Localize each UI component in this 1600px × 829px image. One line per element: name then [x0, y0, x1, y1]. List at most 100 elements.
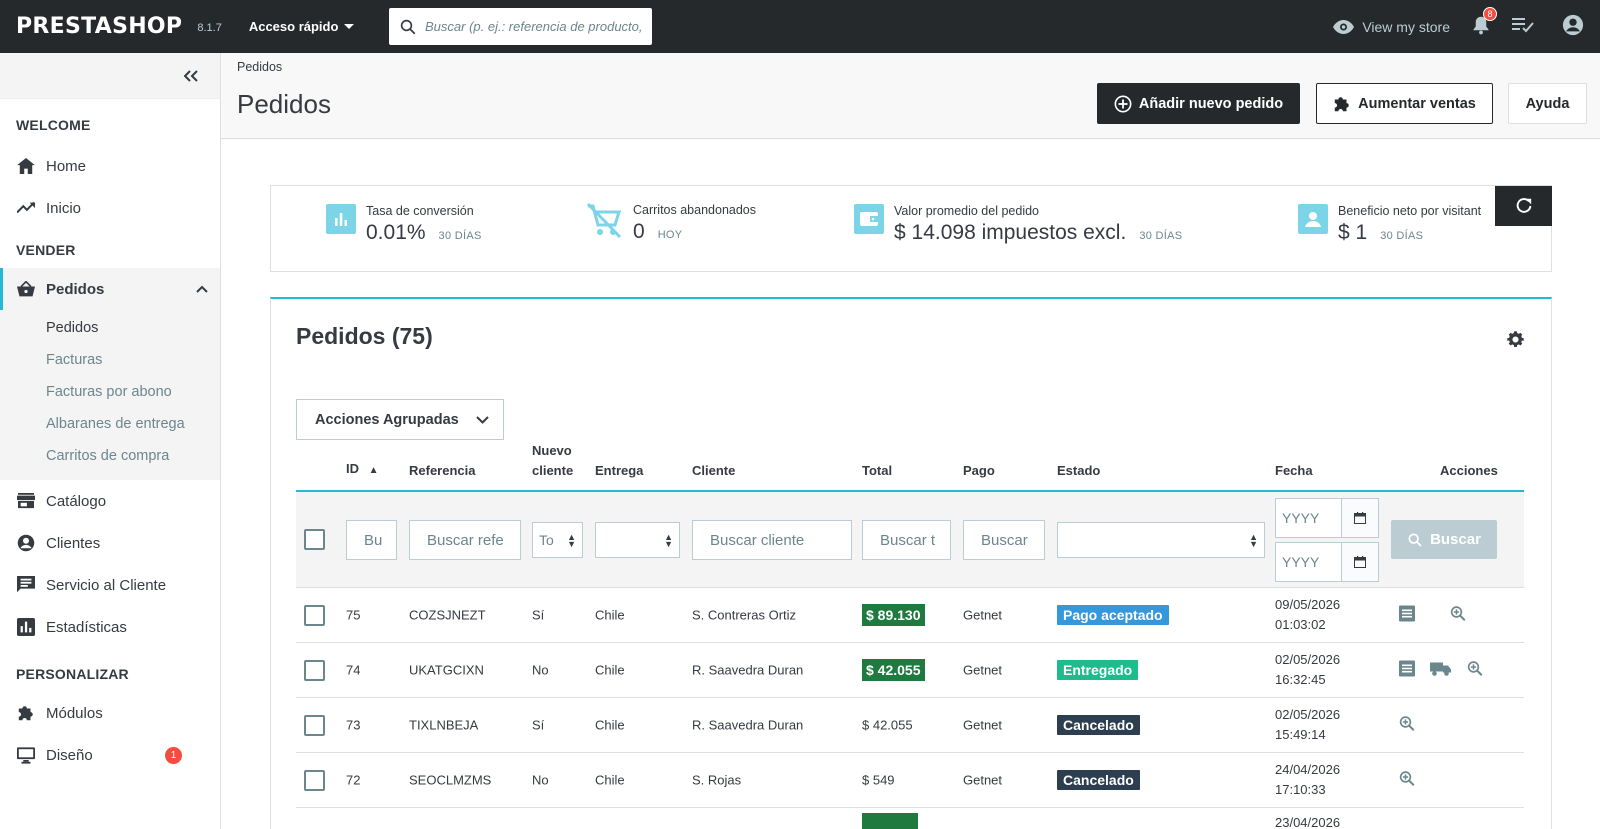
gear-icon[interactable]: [1505, 329, 1526, 353]
view-invoice-icon[interactable]: [1398, 660, 1416, 681]
filter-total-input[interactable]: Buscar t: [862, 520, 951, 560]
header-search-input[interactable]: [425, 19, 650, 34]
col-status[interactable]: Estado: [1057, 461, 1100, 481]
col-id[interactable]: ID ▲: [346, 459, 379, 481]
view-order-icon[interactable]: [1398, 770, 1416, 791]
date-to-input[interactable]: YYYY: [1276, 543, 1342, 581]
sidebar-item-diseno[interactable]: Diseño 1: [0, 734, 220, 776]
status-badge[interactable]: Cancelado: [1057, 715, 1140, 735]
status-badge[interactable]: Pago aceptado: [1057, 605, 1169, 625]
filter-payment-input[interactable]: Buscar: [963, 520, 1045, 560]
increase-sales-button[interactable]: Aumentar ventas: [1316, 83, 1493, 124]
sidebar-collapse-button[interactable]: [0, 53, 220, 99]
prestashop-logo[interactable]: PRESTASHOP: [16, 14, 182, 39]
select-all-checkbox[interactable]: [304, 529, 325, 550]
view-store-link[interactable]: View my store: [1333, 19, 1450, 35]
sidebar-item-inicio[interactable]: Inicio: [0, 187, 220, 229]
cell-customer: R. Saavedra Duran: [692, 662, 804, 678]
refresh-kpis-button[interactable]: [1495, 186, 1552, 226]
view-order-icon[interactable]: [1466, 660, 1484, 681]
col-customer[interactable]: Cliente: [692, 461, 735, 481]
col-delivery[interactable]: Entrega: [595, 461, 643, 481]
account-box-icon: [1298, 204, 1328, 234]
sidebar-item-modulos[interactable]: Módulos: [0, 692, 220, 734]
filter-status-select[interactable]: ▲ ▼: [1057, 522, 1265, 558]
date-value: 09/05/2026: [1275, 597, 1341, 612]
bar-chart-icon: [17, 618, 35, 636]
sidebar-subitem-pedidos[interactable]: Pedidos: [0, 312, 220, 344]
filter-reference-input[interactable]: Buscar refe: [409, 520, 521, 560]
add-circle-icon: [1114, 95, 1132, 112]
kpi-value: 0.01%: [366, 221, 426, 244]
col-total[interactable]: Total: [862, 461, 892, 481]
row-checkbox[interactable]: [304, 660, 325, 681]
sidebar-subitem-albaranes[interactable]: Albaranes de entrega: [0, 408, 220, 440]
eye-icon: [1333, 19, 1355, 34]
search-icon: [400, 19, 416, 34]
status-badge[interactable]: Entregado: [1057, 660, 1139, 680]
header-search[interactable]: [389, 8, 652, 45]
cell-status[interactable]: Pago aceptado: [1057, 605, 1169, 625]
filter-date-to[interactable]: YYYY: [1275, 542, 1379, 582]
kpi-net-profit[interactable]: Beneficio neto por visitant $ 1 30 DÍAS: [1298, 204, 1481, 245]
tasks-button[interactable]: [1512, 17, 1534, 36]
add-new-order-button[interactable]: Añadir nuevo pedido: [1097, 83, 1300, 124]
col-new-client[interactable]: Nuevo cliente: [532, 441, 573, 481]
cell-new-client: No: [532, 772, 549, 788]
sidebar-item-home[interactable]: Home: [0, 145, 220, 187]
row-checkbox[interactable]: [304, 770, 325, 791]
row-checkbox[interactable]: [304, 715, 325, 736]
breadcrumb[interactable]: Pedidos: [237, 60, 282, 74]
kpi-conversion[interactable]: Tasa de conversión 0.01% 30 DÍAS: [326, 204, 482, 245]
sidebar-item-catalogo[interactable]: Catálogo: [0, 480, 220, 522]
cell-status[interactable]: Cancelado: [1057, 770, 1140, 790]
col-date[interactable]: Fecha: [1275, 461, 1313, 481]
help-button[interactable]: Ayuda: [1508, 83, 1587, 124]
sidebar-subitem-carritos[interactable]: Carritos de compra: [0, 440, 220, 472]
sidebar-subitem-facturas[interactable]: Facturas: [0, 344, 220, 376]
kpi-abandoned-carts[interactable]: Carritos abandonados 0 HOY: [585, 202, 756, 244]
sidebar-item-estadisticas[interactable]: Estadísticas: [0, 606, 220, 648]
filter-date-from[interactable]: YYYY: [1275, 498, 1379, 538]
filter-id-input[interactable]: Bu: [346, 520, 397, 560]
kpi-period: 30 DÍAS: [1139, 230, 1183, 242]
table-row[interactable]: 73 TIXLNBEJA Sí Chile R. Saavedra Duran …: [296, 698, 1524, 753]
row-checkbox[interactable]: [304, 605, 325, 626]
bulk-actions-dropdown[interactable]: Acciones Agrupadas: [296, 399, 504, 440]
filter-new-client-select[interactable]: To ▲ ▼: [532, 522, 583, 558]
quick-access-menu[interactable]: Acceso rápido: [249, 19, 355, 34]
user-menu-button[interactable]: [1562, 14, 1584, 39]
view-order-icon[interactable]: [1398, 715, 1416, 736]
col-reference[interactable]: Referencia: [409, 461, 475, 481]
filter-search-button[interactable]: Buscar: [1391, 520, 1497, 559]
sidebar-item-servicio[interactable]: Servicio al Cliente: [0, 564, 220, 606]
page-header: Pedidos Pedidos Añadir nuevo pedido Aume…: [221, 53, 1600, 139]
status-badge[interactable]: Cancelado: [1057, 770, 1140, 790]
add-new-order-label: Añadir nuevo pedido: [1138, 95, 1284, 112]
filter-delivery-select[interactable]: ▲ ▼: [595, 522, 680, 558]
col-payment[interactable]: Pago: [963, 461, 995, 481]
sidebar-item-pedidos[interactable]: Pedidos: [0, 268, 220, 310]
view-invoice-icon[interactable]: [1398, 605, 1416, 626]
date-value: 02/05/2026: [1275, 707, 1341, 722]
cell-status[interactable]: Entregado: [1057, 660, 1139, 680]
notifications-button[interactable]: 8: [1472, 7, 1497, 38]
table-row[interactable]: 75 COZSJNEZT Sí Chile S. Contreras Ortiz…: [296, 588, 1524, 643]
sidebar-subitem-facturas-abono[interactable]: Facturas por abono: [0, 376, 220, 408]
chat-icon: [17, 576, 35, 593]
sidebar-item-clientes[interactable]: Clientes: [0, 522, 220, 564]
calendar-icon[interactable]: [1342, 543, 1378, 581]
date-from-input[interactable]: YYYY: [1276, 499, 1342, 537]
time-value: 15:49:14: [1275, 727, 1326, 742]
view-order-icon[interactable]: [1449, 605, 1467, 626]
table-row[interactable]: 23/04/2026: [296, 808, 1524, 829]
puzzle-icon: [18, 706, 33, 721]
kpi-label: Beneficio neto por visitant: [1338, 204, 1482, 218]
cell-status[interactable]: Cancelado: [1057, 715, 1140, 735]
table-row[interactable]: 72 SEOCLMZMS No Chile S. Rojas $ 549 Get…: [296, 753, 1524, 808]
table-row[interactable]: 74 UKATGCIXN No Chile R. Saavedra Duran …: [296, 643, 1524, 698]
kpi-average-order[interactable]: Valor promedio del pedido $ 14.098 impue…: [854, 204, 1182, 245]
filter-customer-input[interactable]: Buscar cliente: [692, 520, 852, 560]
calendar-icon[interactable]: [1342, 499, 1378, 537]
delivery-slip-icon[interactable]: [1430, 661, 1452, 680]
